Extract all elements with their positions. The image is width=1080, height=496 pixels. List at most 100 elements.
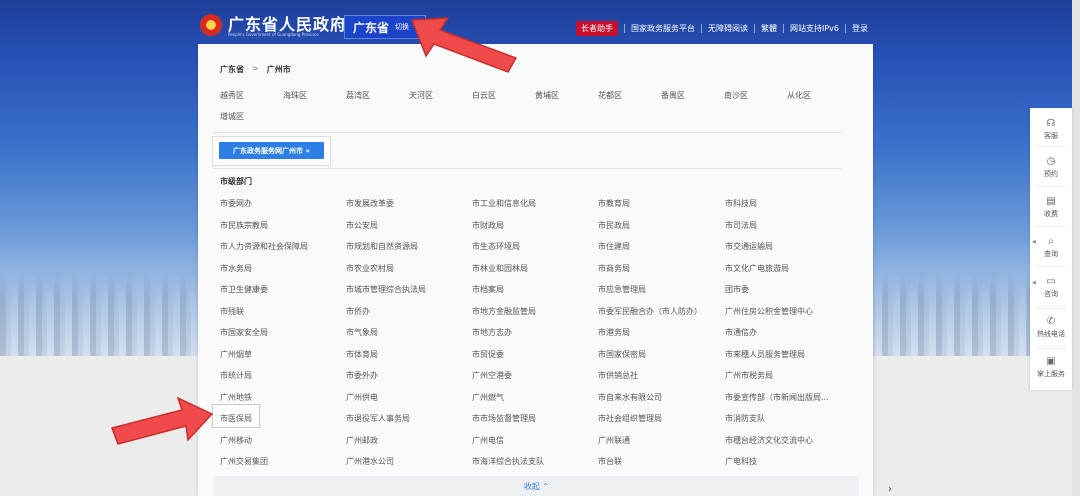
department-link[interactable]: 市残联 xyxy=(220,306,244,317)
district-link[interactable]: 荔湾区 xyxy=(346,90,370,101)
department-link[interactable]: 广州市税务局 xyxy=(725,370,773,381)
nav-link-login[interactable]: 登录 xyxy=(852,23,868,34)
phone-icon: ✆ xyxy=(1046,316,1056,327)
department-link[interactable]: 广州燃气 xyxy=(472,392,504,403)
department-link[interactable]: 市通信办 xyxy=(725,327,757,338)
department-link[interactable]: 市发展改革委 xyxy=(346,198,394,209)
department-link[interactable]: 市商务局 xyxy=(598,263,630,274)
department-link[interactable]: 市港务局 xyxy=(598,327,630,338)
sidebar-item-hotline[interactable]: ✆ 热线电话 xyxy=(1030,316,1072,339)
department-link[interactable]: 市委网办 xyxy=(220,198,252,209)
section-divider xyxy=(213,132,841,133)
sidebar-item-appointment[interactable]: ◷ 预约 xyxy=(1030,156,1072,179)
department-link[interactable]: 广州住房公积金管理中心 xyxy=(725,306,813,317)
department-link[interactable]: 广州联通 xyxy=(598,435,630,446)
department-link[interactable]: 市委军民融合办（市人防办） xyxy=(598,306,702,317)
nav-link-ipv6[interactable]: 网站支持IPv6 xyxy=(790,23,839,34)
department-link[interactable]: 市市场监督管理局 xyxy=(472,413,536,424)
district-link[interactable]: 海珠区 xyxy=(283,90,307,101)
collapse-button[interactable]: 收起 ⌃ xyxy=(214,476,859,496)
department-link[interactable]: 市侨办 xyxy=(346,306,370,317)
nav-link-accessible-reading[interactable]: 无障碍阅读 xyxy=(708,23,748,34)
department-link[interactable]: 广州供电 xyxy=(346,392,378,403)
department-link[interactable]: 市住建局 xyxy=(598,241,630,252)
department-link[interactable]: 市国家保密局 xyxy=(598,349,646,360)
department-link[interactable]: 团市委 xyxy=(725,284,749,295)
nav-link-traditional-chinese[interactable]: 繁體 xyxy=(761,23,777,34)
district-link[interactable]: 黄埔区 xyxy=(535,90,559,101)
department-link[interactable]: 广州空港委 xyxy=(472,370,512,381)
department-link[interactable]: 市国家安全局 xyxy=(220,327,268,338)
department-link[interactable]: 市委外办 xyxy=(346,370,378,381)
department-link[interactable]: 市退役军人事务局 xyxy=(346,413,410,424)
department-link[interactable]: 市财政局 xyxy=(472,220,504,231)
sidebar-item-fees[interactable]: ▤ 收费 xyxy=(1030,196,1072,219)
department-link[interactable]: 市海洋综合执法支队 xyxy=(472,456,544,467)
district-link[interactable]: 越秀区 xyxy=(220,90,244,101)
department-link[interactable]: 市地方志办 xyxy=(472,327,512,338)
department-link[interactable]: 市卫生健康委 xyxy=(220,284,268,295)
elder-helper-button[interactable]: 长者助手 xyxy=(576,21,618,36)
breadcrumb-province[interactable]: 广东省 xyxy=(220,64,244,75)
department-link[interactable]: 市统计局 xyxy=(220,370,252,381)
department-link[interactable]: 市民政局 xyxy=(598,220,630,231)
district-link[interactable]: 从化区 xyxy=(787,90,811,101)
department-link[interactable]: 市台联 xyxy=(598,456,622,467)
sidebar-item-customer-service[interactable]: ☊ 客服 xyxy=(1030,118,1072,141)
department-link[interactable]: 广州电信 xyxy=(472,435,504,446)
department-link[interactable]: 市气象局 xyxy=(346,327,378,338)
department-link[interactable]: 市林业和园林局 xyxy=(472,263,528,274)
sidebar-item-mobile-service[interactable]: ▣ 掌上服务 xyxy=(1030,356,1072,379)
doc-icon: ▣ xyxy=(1046,356,1056,367)
department-link[interactable]: 广电科技 xyxy=(725,456,757,467)
department-link[interactable]: 广州移动 xyxy=(220,435,252,446)
department-link[interactable]: 市档案局 xyxy=(472,284,504,295)
district-link[interactable]: 增城区 xyxy=(220,111,244,122)
district-link[interactable]: 花都区 xyxy=(598,90,622,101)
callout-arrow-icon xyxy=(111,396,214,445)
department-link[interactable]: 市司法局 xyxy=(725,220,757,231)
sidebar-item-query[interactable]: ⌕ 查询 xyxy=(1030,236,1072,259)
department-link[interactable]: 广州邮政 xyxy=(346,435,378,446)
department-link[interactable]: 市人力资源和社会保障局 xyxy=(220,241,308,252)
nav-link-national-platform[interactable]: 国家政务服务平台 xyxy=(631,23,695,34)
department-link[interactable]: 市贸促委 xyxy=(472,349,504,360)
department-link[interactable]: 市科技局 xyxy=(725,198,757,209)
sidebar-item-consult[interactable]: ▭ 咨询 xyxy=(1030,276,1072,299)
page-scrollbar[interactable] xyxy=(1072,0,1080,496)
department-link[interactable]: 市水务局 xyxy=(220,263,252,274)
guangzhou-portal-button[interactable]: 广东政务服务网广州市 » xyxy=(219,142,324,159)
department-link[interactable]: 市民族宗教局 xyxy=(220,220,268,231)
district-link[interactable]: 天河区 xyxy=(409,90,433,101)
department-link[interactable]: 市来穗人员服务管理局 xyxy=(725,349,805,360)
department-link[interactable]: 市医保局 xyxy=(220,413,252,424)
dept-section-title: 市级部门 xyxy=(220,177,252,186)
department-link[interactable]: 市地方金融监管局 xyxy=(472,306,536,317)
department-link[interactable]: 市教育局 xyxy=(598,198,630,209)
district-link[interactable]: 番禺区 xyxy=(661,90,685,101)
department-link[interactable]: 市体育局 xyxy=(346,349,378,360)
department-link[interactable]: 市城市管理综合执法局 xyxy=(346,284,426,295)
department-link[interactable]: 市交通运输局 xyxy=(725,241,773,252)
department-link[interactable]: 市工业和信息化局 xyxy=(472,198,536,209)
department-link[interactable]: 市穗台经济文化交流中心 xyxy=(725,435,813,446)
department-link[interactable]: 市规划和自然资源局 xyxy=(346,241,418,252)
district-link[interactable]: 南沙区 xyxy=(724,90,748,101)
department-link[interactable]: 广州交易集团 xyxy=(220,456,268,467)
department-link[interactable]: 市农业农村局 xyxy=(346,263,394,274)
department-link[interactable]: 市生态环境局 xyxy=(472,241,520,252)
department-link[interactable]: 市委宣传部（市新闻出版局... xyxy=(725,392,829,403)
department-link[interactable]: 市应急管理局 xyxy=(598,284,646,295)
department-link[interactable]: 广州地铁 xyxy=(220,392,252,403)
department-link[interactable]: 广州烟草 xyxy=(220,349,252,360)
department-link[interactable]: 市公安局 xyxy=(346,220,378,231)
department-link[interactable]: 市社会组织管理局 xyxy=(598,413,662,424)
department-link[interactable]: 广州港水公司 xyxy=(346,456,394,467)
scroll-arrow-icon[interactable]: › xyxy=(888,484,892,495)
department-link[interactable]: 市消防支队 xyxy=(725,413,765,424)
district-link[interactable]: 白云区 xyxy=(472,90,496,101)
department-link[interactable]: 市自来水有限公司 xyxy=(598,392,662,403)
sidebar-divider xyxy=(1036,186,1066,187)
department-link[interactable]: 市文化广电旅游局 xyxy=(725,263,789,274)
department-link[interactable]: 市供销总社 xyxy=(598,370,638,381)
